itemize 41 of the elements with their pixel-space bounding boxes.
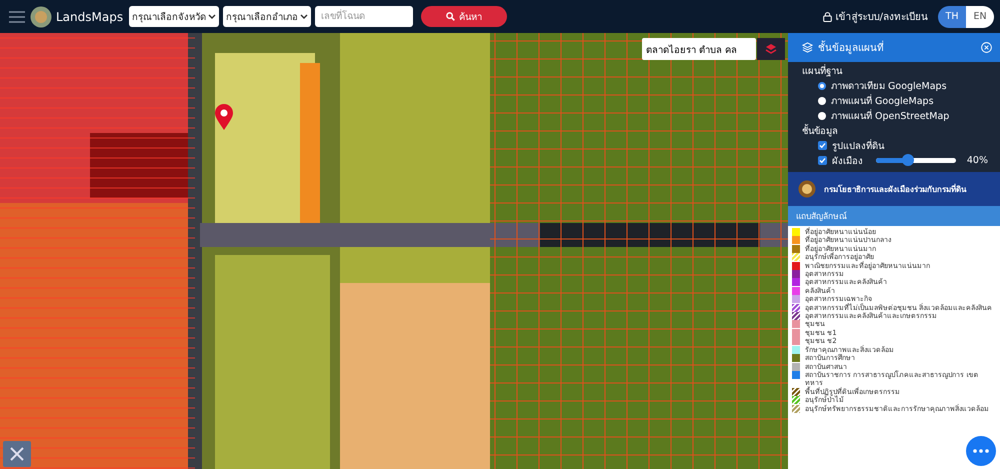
more-icon [973, 449, 989, 453]
emblem-icon [798, 180, 816, 198]
radio-button[interactable] [818, 96, 826, 104]
layers-icon [765, 43, 777, 55]
search-button[interactable]: ค้นหา [421, 6, 508, 27]
legend-heading: แถบสัญลักษณ์ [788, 206, 1000, 226]
deed-number-field[interactable]: เลขที่โฉนด [315, 6, 414, 27]
slider-thumb[interactable] [902, 154, 914, 166]
layers-button[interactable] [757, 38, 785, 60]
login-link[interactable]: เข้าสู่ระบบ/ลงทะเบียน [822, 9, 928, 24]
radio-label: ภาพดาวเทียม GoogleMaps [831, 80, 947, 93]
panel-title: ชั้นข้อมูลแผนที่ [818, 40, 976, 55]
checkbox[interactable] [818, 141, 827, 150]
close-icon[interactable] [981, 42, 992, 53]
province-select[interactable]: กรุณาเลือกจังหวัด [129, 6, 220, 27]
location-pin-icon [214, 103, 234, 131]
checkbox-label: รูปแปลงที่ดิน [832, 138, 884, 153]
crossed-tools-icon [9, 446, 25, 462]
district-select[interactable]: กรุณาเลือกอำเภอ [223, 6, 312, 27]
brand-name: LandsMaps [56, 10, 124, 24]
chevron-down-icon [208, 14, 216, 20]
checkbox-label: ผังเมือง [832, 155, 863, 168]
checkbox[interactable] [818, 156, 827, 165]
lock-icon [822, 12, 832, 22]
layers-icon [802, 42, 813, 53]
banner-text: กรมโยธาธิการและผังเมืองร่วมกับกรมที่ดิน [824, 182, 966, 196]
layers-heading: ชั้นข้อมูล [802, 123, 839, 138]
radio-button[interactable] [818, 82, 826, 90]
logo-icon [30, 6, 52, 28]
radio-label: ภาพแผนที่ GoogleMaps [831, 93, 934, 108]
radio-label: ภาพแผนที่ OpenStreetMap [831, 108, 950, 123]
chevron-down-icon [300, 14, 308, 20]
base-map-heading: แผนที่ฐาน [802, 63, 844, 78]
map-search-field[interactable]: ตลาดไอยรา ตำบล คล [642, 38, 756, 60]
language-tab[interactable]: TH [938, 6, 966, 28]
slider-value: 40% [966, 155, 988, 166]
search-icon [446, 12, 456, 21]
radio-button[interactable] [818, 112, 826, 120]
language-tab[interactable]: EN [966, 6, 994, 28]
menu-icon[interactable] [8, 10, 26, 24]
tools-button[interactable] [3, 441, 31, 467]
